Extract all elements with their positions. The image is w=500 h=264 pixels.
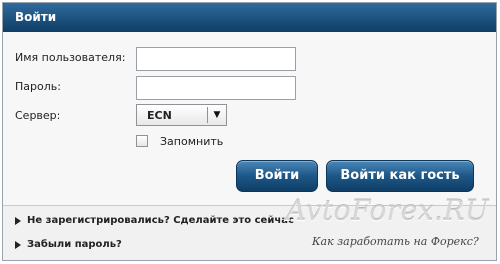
triangle-right-icon bbox=[15, 240, 21, 249]
remember-checkbox[interactable] bbox=[136, 135, 148, 147]
remember-label[interactable]: Запомнить bbox=[160, 135, 223, 148]
register-link[interactable]: Не зарегистрировались? Сделайте это сейч… bbox=[15, 215, 294, 226]
forgot-password-link[interactable]: Забыли пароль? bbox=[15, 239, 122, 250]
triangle-right-icon bbox=[15, 216, 21, 225]
site-watermark: AvtoForex.RU bbox=[286, 194, 490, 227]
guest-login-button[interactable]: Войти как гость bbox=[326, 160, 474, 192]
forgot-password-text[interactable]: Забыли пароль? bbox=[27, 239, 122, 250]
register-link-text[interactable]: Не зарегистрировались? Сделайте это сейч… bbox=[27, 215, 294, 226]
password-input[interactable] bbox=[136, 76, 296, 100]
chevron-down-icon[interactable]: ▼ bbox=[208, 105, 226, 125]
server-label: Сервер: bbox=[15, 109, 61, 122]
password-label: Пароль: bbox=[15, 80, 61, 93]
dialog-title: Войти bbox=[3, 3, 496, 32]
login-form: Имя пользователя: Пароль: Сервер: ECN ▼ … bbox=[3, 32, 496, 205]
username-input[interactable] bbox=[136, 47, 296, 71]
watermark-tagline: Как заработать на Форекс? bbox=[312, 235, 479, 248]
server-select[interactable]: ECN ▼ bbox=[136, 104, 227, 126]
server-selected-value: ECN bbox=[147, 108, 172, 122]
username-label: Имя пользователя: bbox=[15, 51, 126, 64]
login-button[interactable]: Войти bbox=[236, 160, 318, 192]
